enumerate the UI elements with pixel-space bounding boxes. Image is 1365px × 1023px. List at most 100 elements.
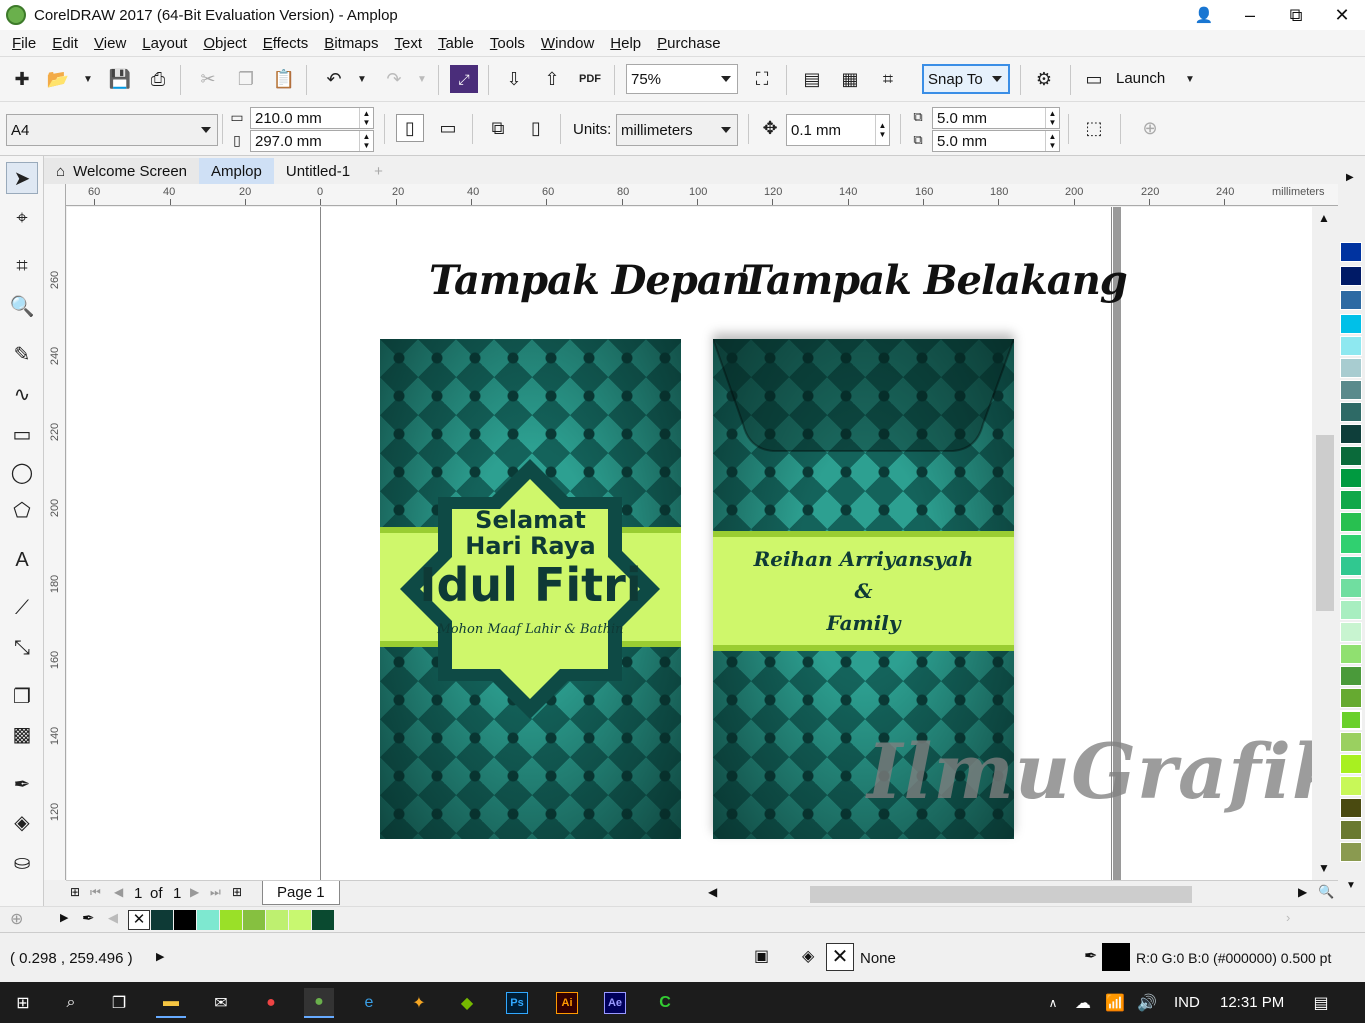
undo-dropdown-icon[interactable]: ▼ (348, 65, 376, 93)
scroll-up-icon[interactable]: ▲ (1318, 211, 1330, 225)
connector-tool-icon[interactable]: ⤡ (6, 632, 38, 664)
print-icon[interactable]: ⎙ (144, 65, 172, 93)
pick-tool-icon[interactable]: ➤ (6, 162, 38, 194)
front-envelope[interactable]: Selamat Hari Raya Idul Fitri Mohon Maaf … (380, 339, 681, 839)
paste-icon[interactable]: 📋 (270, 65, 298, 93)
swatch[interactable] (1340, 358, 1362, 378)
page-height-spinner[interactable]: ▲ ▼ (359, 131, 373, 151)
ellipse-tool-icon[interactable]: ◯ (6, 456, 38, 488)
camtasia-icon[interactable]: C (650, 988, 680, 1018)
status-expand-icon[interactable]: ▶ (156, 950, 164, 963)
doc-swatch[interactable] (266, 910, 288, 930)
freehand-tool-icon[interactable]: ✎ (6, 338, 38, 370)
scroll-left-icon[interactable]: ◀ (708, 885, 717, 899)
swatch[interactable] (1340, 842, 1362, 862)
menu-window[interactable]: Window (533, 35, 602, 52)
vertical-scroll-thumb[interactable] (1316, 435, 1334, 611)
no-color-swatch[interactable]: ✕ (128, 910, 150, 930)
swatch[interactable] (1340, 534, 1362, 554)
chrome-icon[interactable]: ● (256, 988, 286, 1018)
color-proof-icon[interactable]: ▣ (754, 946, 769, 966)
swatch[interactable] (1340, 754, 1362, 774)
redo-icon[interactable]: ↷ (380, 65, 408, 93)
account-icon[interactable]: 👤 (1181, 0, 1227, 30)
front-heading[interactable]: Tampak Depan (429, 257, 751, 304)
transparency-tool-icon[interactable]: ▩ (6, 718, 38, 750)
current-page-icon[interactable]: ▯ (522, 114, 550, 142)
menu-edit[interactable]: Edit (44, 35, 86, 52)
interactive-fill-icon[interactable]: ◈ (6, 806, 38, 838)
page-size-dropdown[interactable]: A4 (6, 114, 218, 146)
doc-swatch[interactable] (151, 910, 173, 930)
launch-icon[interactable]: ▭ (1080, 65, 1108, 93)
scroll-right-icon[interactable]: ▶ (1298, 885, 1307, 899)
swatch[interactable] (1340, 402, 1362, 422)
add-page-before-icon[interactable]: ⊞ (70, 885, 80, 899)
menu-table[interactable]: Table (430, 35, 482, 52)
horizontal-ruler[interactable]: 60 40 20 0 20 40 60 80 100 120 140 160 1… (66, 184, 1338, 206)
photoshop-icon[interactable]: Ps (502, 988, 532, 1018)
doc-swatch[interactable] (174, 910, 196, 930)
task-view-icon[interactable]: ❐ (104, 988, 134, 1018)
all-pages-icon[interactable]: ⧉ (484, 114, 512, 142)
menu-text[interactable]: Text (387, 35, 431, 52)
vertical-scrollbar[interactable]: ▲ ▼ (1312, 207, 1338, 880)
outline-pen-icon[interactable]: ✒ (1084, 946, 1097, 966)
minimize-button[interactable]: – (1227, 0, 1273, 30)
show-hidden-icons[interactable]: ∧ (1038, 988, 1068, 1018)
onedrive-icon[interactable]: ☁ (1068, 988, 1098, 1018)
new-document-icon[interactable]: ✚ (8, 65, 36, 93)
swatch[interactable] (1340, 468, 1362, 488)
duplicate-y-spinner[interactable]: ▲ ▼ (1045, 131, 1059, 151)
action-center-icon[interactable]: ▤ (1306, 988, 1336, 1018)
swatch[interactable] (1340, 290, 1362, 310)
show-guidelines-icon[interactable]: ⌗ (874, 65, 902, 93)
text-tool-icon[interactable]: A (6, 544, 38, 576)
nvidia-icon[interactable]: ◆ (452, 988, 482, 1018)
after-effects-icon[interactable]: Ae (600, 988, 630, 1018)
nudge-distance-field[interactable]: 0.1 mm ▲ ▼ (786, 114, 890, 146)
units-dropdown[interactable]: millimeters (616, 114, 738, 146)
duplicate-x-field[interactable]: 5.0 mm ▲ ▼ (932, 107, 1060, 129)
fill-bucket-icon[interactable]: ◈ (802, 946, 814, 966)
search-icon[interactable]: ⌕ (56, 988, 86, 1018)
zoom-navigator-icon[interactable]: 🔍 (1318, 884, 1334, 900)
search-content-icon[interactable]: ⤢ (450, 65, 478, 93)
show-grid-icon[interactable]: ▦ (836, 65, 864, 93)
wifi-icon[interactable]: 📶 (1100, 988, 1130, 1018)
menu-file[interactable]: File (4, 35, 44, 52)
redo-dropdown-icon[interactable]: ▼ (408, 65, 436, 93)
fill-none-swatch[interactable]: ✕ (826, 943, 854, 971)
swatch[interactable] (1340, 242, 1362, 262)
outline-color-swatch[interactable] (1102, 943, 1130, 971)
doc-swatch[interactable] (197, 910, 219, 930)
open-dropdown-icon[interactable]: ▼ (74, 65, 102, 93)
start-button-icon[interactable]: ⊞ (8, 988, 38, 1018)
palette-right-icon[interactable]: › (1286, 910, 1290, 925)
swatch[interactable] (1340, 666, 1362, 686)
publish-pdf-icon[interactable]: PDF (576, 65, 604, 93)
swatch[interactable] (1340, 556, 1362, 576)
file-explorer-icon[interactable]: ▬ (156, 988, 186, 1018)
menu-object[interactable]: Object (195, 35, 254, 52)
rectangle-tool-icon[interactable]: ▭ (6, 418, 38, 450)
nudge-spinner[interactable]: ▲ ▼ (875, 115, 889, 145)
open-folder-icon[interactable]: 📂 (44, 65, 72, 93)
cut-icon[interactable]: ✂ (194, 65, 222, 93)
swatch[interactable] (1340, 688, 1362, 708)
import-icon[interactable]: ⇩ (500, 65, 528, 93)
swatch[interactable] (1340, 776, 1362, 796)
swatch[interactable] (1340, 490, 1362, 510)
tab-amplop[interactable]: Amplop (199, 158, 274, 184)
snap-to-dropdown[interactable]: Snap To (922, 64, 1010, 94)
crop-tool-icon[interactable]: ⌗ (6, 250, 38, 282)
zoom-tool-icon[interactable]: 🔍 (6, 290, 38, 322)
menu-purchase[interactable]: Purchase (649, 35, 728, 52)
close-button[interactable]: ✕ (1319, 0, 1365, 30)
swatch[interactable] (1340, 314, 1362, 334)
tab-untitled-1[interactable]: Untitled-1 (274, 158, 362, 184)
eyedropper-icon[interactable]: ✒ (82, 909, 95, 927)
drawing-canvas[interactable]: Tampak Depan Tampak Belakang Selamat Har… (67, 207, 1312, 880)
swatch[interactable] (1340, 266, 1362, 286)
swatch[interactable] (1340, 578, 1362, 598)
